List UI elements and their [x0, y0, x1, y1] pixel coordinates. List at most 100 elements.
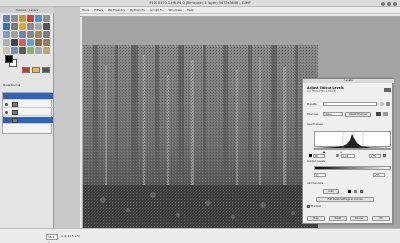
fuzzy-select-tool-icon[interactable] [27, 15, 34, 22]
pick-white-point-icon[interactable] [360, 190, 363, 193]
menu-windows[interactable]: Windows [166, 7, 183, 14]
rotate-tool-icon[interactable] [19, 31, 26, 38]
output-gradient-bar [314, 166, 391, 170]
cancel-button[interactable]: Cancel [350, 216, 368, 221]
input-black-point-handle[interactable] [323, 151, 325, 153]
ok-button[interactable]: OK [372, 216, 390, 221]
menu-filters[interactable]: Filters [92, 7, 105, 14]
log-histogram-icon[interactable] [383, 112, 388, 116]
airbrush-tool-icon[interactable] [11, 47, 18, 54]
menu-script-fu[interactable]: Script-Fu [148, 7, 165, 14]
layer-thumbnail [12, 102, 18, 107]
close-icon[interactable] [393, 1, 397, 6]
brush-swatch-icon[interactable] [22, 67, 30, 73]
pattern-swatch-icon[interactable] [32, 67, 40, 73]
preview-checkbox[interactable] [307, 205, 310, 208]
color-picker-tool-icon[interactable] [19, 23, 26, 30]
menubar: Tools Filters FX-Foundry Python-Fu Scrip… [80, 7, 400, 14]
paintbrush-tool-icon[interactable] [43, 39, 50, 46]
reset-button[interactable]: Reset [329, 216, 347, 221]
forest-photo [83, 45, 318, 228]
foreground-color-swatch[interactable] [5, 55, 13, 63]
align-tool-icon[interactable] [3, 31, 10, 38]
input-white-point-handle[interactable] [358, 151, 360, 153]
layer-thumbnail [12, 118, 18, 123]
zoom-field[interactable]: 18.2 % [46, 234, 58, 243]
free-select-tool-icon[interactable] [19, 15, 26, 22]
shear-tool-icon[interactable] [35, 31, 42, 38]
reset-channel-button[interactable]: Reset Channel [345, 112, 371, 117]
visibility-eye-icon[interactable] [5, 119, 8, 122]
black-eyedropper-icon[interactable] [309, 154, 312, 157]
presets-dropdown[interactable] [323, 102, 377, 106]
pencil-tool-icon[interactable] [35, 39, 42, 46]
clone-tool-icon[interactable] [27, 47, 34, 54]
histogram-graph [315, 132, 392, 148]
blend-tool-icon[interactable] [27, 39, 34, 46]
scissors-tool-icon[interactable] [43, 15, 50, 22]
menu-python-fu[interactable]: Python-Fu [128, 7, 147, 14]
heal-tool-icon[interactable] [35, 47, 42, 54]
toolbox-title: Toolbox - Layers [0, 7, 54, 13]
input-high-field[interactable]: 175 [369, 154, 381, 158]
add-preset-icon[interactable] [380, 102, 384, 106]
menu-help[interactable]: Help [185, 7, 196, 14]
menu-tools[interactable]: Tools [80, 7, 91, 14]
edit-as-curves-button[interactable]: Edit these Settings as Curves [316, 197, 374, 202]
output-low-field[interactable]: 0 [314, 173, 326, 177]
gradient-swatch-icon[interactable] [42, 67, 50, 73]
preview-label: Preview [311, 205, 322, 208]
paths-tool-icon[interactable] [11, 23, 18, 30]
image-canvas[interactable] [83, 45, 318, 228]
layer-row[interactable] [3, 109, 53, 116]
layer-thumbnail [12, 110, 18, 115]
rect-select-tool-icon[interactable] [3, 15, 10, 22]
minimize-icon[interactable] [381, 1, 385, 6]
input-low-field[interactable]: 60 [313, 154, 325, 158]
ink-tool-icon[interactable] [19, 47, 26, 54]
levels-subtitle: 4-0 (P1010370-1-HR-P4) [307, 90, 337, 93]
flip-tool-icon[interactable] [3, 39, 10, 46]
gray-eyedropper-icon[interactable] [336, 154, 339, 157]
perspective-tool-icon[interactable] [43, 31, 50, 38]
eraser-tool-icon[interactable] [3, 47, 10, 54]
output-levels-label: Output Levels [307, 160, 326, 163]
output-high-field[interactable]: 255 [373, 173, 385, 177]
zoom-tool-icon[interactable] [27, 23, 34, 30]
visibility-eye-icon[interactable] [5, 111, 8, 114]
levels-dialog: Levels Adjust Colour Levels 4-0 (P101037… [302, 78, 394, 224]
color-select-tool-icon[interactable] [35, 15, 42, 22]
ellipse-select-tool-icon[interactable] [11, 15, 18, 22]
channel-select[interactable]: Value [323, 112, 343, 116]
foreground-select-tool-icon[interactable] [3, 23, 10, 30]
levels-window-title: Levels [303, 79, 394, 83]
pick-gray-point-icon[interactable] [354, 190, 357, 193]
window-title: P1010370-1-HR-P4.0 (Rimouski, 1 layer) 5… [149, 1, 251, 5]
white-eyedropper-icon[interactable] [383, 154, 386, 157]
menu-fx-foundry[interactable]: FX-Foundry [106, 7, 127, 14]
layer-row[interactable] [3, 93, 53, 100]
status-info: 4 (2.21 5 x 5) [61, 234, 80, 238]
scale-tool-icon[interactable] [27, 31, 34, 38]
move-tool-icon[interactable] [43, 23, 50, 30]
presets-label: Presets: [307, 103, 318, 106]
layer-row[interactable] [3, 117, 53, 124]
visibility-eye-icon[interactable] [5, 103, 8, 106]
visibility-eye-icon[interactable] [5, 95, 8, 98]
input-gamma-field[interactable]: 1.00 [341, 154, 355, 158]
maximize-icon[interactable] [387, 1, 391, 6]
text-tool-icon[interactable] [11, 39, 18, 46]
help-button[interactable]: Help [307, 216, 325, 221]
pick-black-point-icon[interactable] [348, 190, 351, 193]
layers-list [2, 92, 53, 134]
toolbox-panel: Toolbox - Layers Mode Normal [0, 7, 54, 228]
preset-menu-icon[interactable] [386, 102, 390, 106]
smudge-tool-icon[interactable] [43, 47, 50, 54]
input-gamma-handle[interactable] [340, 151, 342, 153]
measure-tool-icon[interactable] [35, 23, 42, 30]
linear-histogram-icon[interactable] [376, 112, 381, 116]
bucket-fill-tool-icon[interactable] [19, 39, 26, 46]
auto-button[interactable]: Auto [323, 189, 339, 194]
crop-tool-icon[interactable] [11, 31, 18, 38]
layer-row[interactable] [3, 101, 53, 108]
